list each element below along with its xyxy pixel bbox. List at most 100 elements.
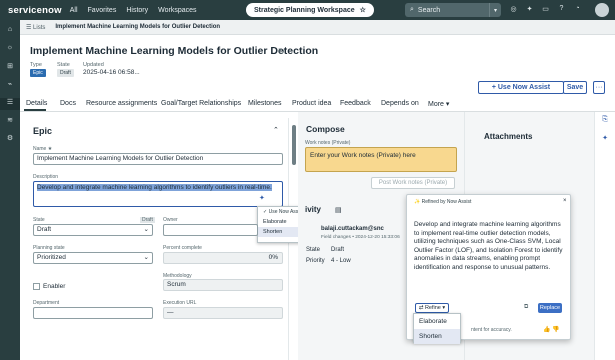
main-nav: All Favorites History Workspaces [70, 7, 207, 14]
nav-favorites[interactable]: Favorites [88, 7, 117, 14]
updated-label: Updated [83, 62, 104, 68]
compose-title: Compose [306, 124, 345, 134]
filter-icon[interactable]: ▤ [335, 206, 342, 214]
refine-item-shorten[interactable]: Shorten [414, 329, 460, 344]
sparkle-icon[interactable]: ✦ [595, 134, 615, 148]
search-icon: ⌕ [410, 6, 414, 13]
close-icon[interactable]: × [563, 198, 567, 204]
star-icon[interactable]: ☆ [360, 6, 366, 14]
enabler-checkbox[interactable] [33, 283, 40, 290]
hierarchy-icon[interactable]: ⊞ [0, 62, 20, 74]
layers-icon[interactable]: ≋ [0, 116, 20, 128]
user-avatar[interactable] [595, 3, 609, 17]
chart-icon[interactable]: ⌁ [0, 80, 20, 92]
chevron-up-icon[interactable]: ⌃ [273, 126, 279, 134]
list-icon[interactable]: ☰ [0, 98, 20, 110]
copy-icon[interactable]: ⧉ [524, 304, 528, 311]
active-tab-underline [24, 109, 46, 111]
tab-docs[interactable]: Docs [60, 100, 76, 107]
save-button[interactable]: Save [563, 81, 587, 94]
tab-details[interactable]: Details [26, 100, 47, 107]
paperclip-icon[interactable]: ⎘ [595, 116, 615, 130]
record-tabs-bar: ☰ Lists Implement Machine Learning Model… [20, 20, 615, 35]
activity-priority-label: Priority [306, 258, 325, 264]
thumbs-feedback-icon[interactable]: 👍 👎 [543, 326, 560, 333]
tab-lists[interactable]: ☰ Lists [26, 24, 45, 31]
tab-goal-target[interactable]: Goal/Target Relationships [161, 100, 241, 107]
owner-label: Owner [163, 217, 178, 223]
notifications-icon[interactable]: ◔ [572, 5, 583, 15]
work-notes-label: Work notes (Private) [305, 140, 351, 146]
global-search[interactable]: ⌕ Search ▾ [405, 3, 501, 17]
department-label: Department [33, 300, 60, 306]
description-text: Develop and integrate machine learning a… [37, 184, 272, 191]
chevron-down-icon: ⌄ [143, 226, 149, 233]
right-rail: ⎘ ✦ [594, 112, 615, 360]
post-work-notes-button[interactable]: Post Work notes (Private) [371, 177, 455, 189]
planning-state-label: Planning state [33, 245, 65, 251]
chevron-down-icon: ⌄ [143, 254, 149, 261]
tab-product-idea[interactable]: Product idea [292, 100, 331, 107]
lightbulb-icon[interactable]: ☼ [0, 44, 20, 56]
activity-title: ivity [305, 205, 322, 214]
nav-history[interactable]: History [126, 7, 148, 14]
tab-milestones[interactable]: Milestones [248, 100, 281, 107]
methodology-field: Scrum [163, 279, 283, 291]
refine-item-elaborate[interactable]: Elaborate [414, 314, 460, 329]
search-dropdown-icon[interactable]: ▾ [489, 3, 501, 17]
activity-state-value: Draft [331, 247, 345, 253]
refine-menu: Elaborate Shorten [413, 313, 461, 344]
planning-state-select[interactable]: Prioritized ⌄ [33, 252, 153, 264]
state-select[interactable]: Draft ⌄ [33, 224, 153, 236]
tab-resource-assignments[interactable]: Resource assignments [86, 100, 157, 107]
form-tabs: Details Docs Resource assignments Goal/T… [20, 98, 615, 112]
updated-value: 2025-04-16 06:58... [83, 69, 140, 76]
tab-more[interactable]: More ▾ [428, 100, 449, 108]
top-icons: ◎ ✦ ▭ ? ◔ [508, 5, 588, 15]
name-field[interactable]: Implement Machine Learning Models for Ou… [33, 153, 283, 165]
type-value: Epic [30, 69, 46, 77]
percent-complete-field: 0% [163, 252, 283, 264]
description-field[interactable]: Develop and integrate machine learning a… [33, 181, 283, 207]
tab-feedback[interactable]: Feedback [340, 100, 371, 107]
department-field[interactable] [33, 307, 153, 319]
activity-priority-value: 4 - Low [331, 258, 351, 264]
owner-field[interactable] [163, 224, 258, 236]
tab-depends-on[interactable]: Depends on [381, 100, 419, 107]
replace-button[interactable]: Replace [538, 303, 562, 313]
execution-url-field: — [163, 307, 283, 319]
more-actions-button[interactable]: ··· [593, 81, 605, 94]
nav-workspaces[interactable]: Workspaces [158, 7, 196, 14]
chat-icon[interactable]: ▭ [540, 5, 551, 15]
sparkle-icon[interactable]: ✦ [524, 5, 535, 15]
globe-icon[interactable]: ◎ [508, 5, 519, 15]
work-notes-input[interactable]: Enter your Work notes (Private) here [305, 147, 457, 172]
settings-icon[interactable]: ⚙ [0, 134, 20, 146]
now-assist-header: ✨ Refined by Now Assist [414, 199, 472, 205]
page-title: Implement Machine Learning Models for Ou… [30, 45, 319, 57]
state-field-label: State [33, 217, 45, 223]
execution-url-label: Execution URL [163, 300, 197, 306]
enabler-label: Enabler [43, 283, 66, 290]
home-icon[interactable]: ⌂ [0, 26, 20, 38]
help-icon[interactable]: ? [556, 5, 567, 15]
activity-user: balaji.cuttackam@snc [321, 226, 384, 232]
servicenow-logo[interactable]: servicenow [8, 5, 62, 16]
tab-current-record[interactable]: Implement Machine Learning Models for Ou… [55, 24, 220, 30]
state-label: State [57, 62, 70, 68]
section-title: Epic [33, 126, 53, 136]
use-now-assist-button[interactable]: + Use Now Assist [478, 81, 564, 94]
nav-all[interactable]: All [70, 7, 78, 14]
scrollbar[interactable] [292, 125, 296, 165]
description-label: Description [33, 174, 59, 180]
refine-button[interactable]: ⇄ Refine ▾ [415, 303, 449, 313]
name-label: Name ★ [33, 146, 53, 152]
state-badge: Draft [57, 69, 74, 77]
sparkle-icon[interactable]: ✦ [259, 194, 269, 204]
type-badge: Epic [30, 69, 46, 77]
activity-state-label: State [306, 247, 321, 253]
workspace-pill[interactable]: Strategic Planning Workspace ☆ [246, 3, 374, 17]
refined-text: Develop and integrate machine learning a… [414, 221, 563, 271]
state-value: Draft [57, 69, 74, 77]
refresh-icon[interactable]: ↻ [278, 47, 285, 56]
